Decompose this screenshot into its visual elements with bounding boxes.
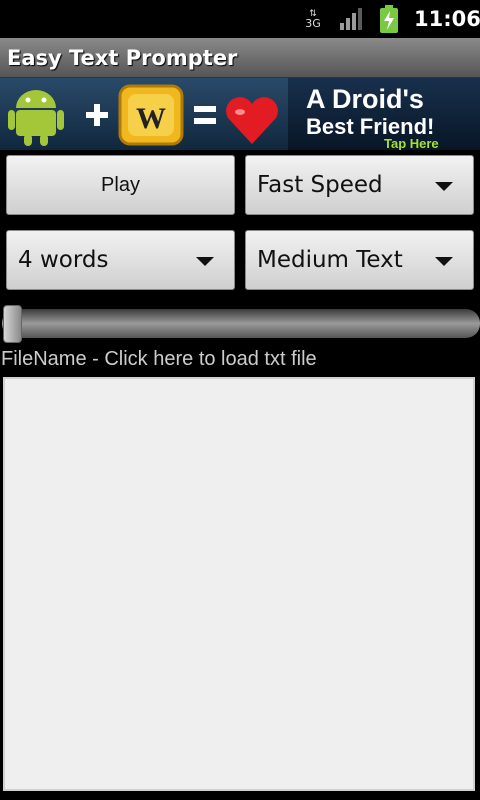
dropdown-arrow-icon bbox=[435, 257, 453, 266]
status-bar: ⇅ 3G 11:06 bbox=[0, 0, 480, 38]
equals-icon bbox=[194, 106, 216, 124]
ad-cta[interactable]: Tap Here bbox=[384, 136, 439, 150]
play-button[interactable]: Play bbox=[6, 155, 235, 215]
word-count-spinner[interactable]: 4 words bbox=[6, 230, 235, 290]
progress-seekbar[interactable] bbox=[2, 309, 480, 338]
ad-headline: A Droid's bbox=[306, 84, 424, 114]
speed-spinner-value: Fast Speed bbox=[257, 172, 383, 198]
signal-bars-icon bbox=[340, 0, 364, 38]
android-robot-icon bbox=[8, 90, 64, 146]
heart-icon bbox=[226, 97, 278, 144]
speed-spinner[interactable]: Fast Speed bbox=[245, 155, 474, 215]
network-type-label: 3G bbox=[305, 17, 321, 30]
play-button-label: Play bbox=[101, 173, 140, 196]
ad-banner[interactable]: W A Droid's Best Friend! Tap Here bbox=[0, 78, 480, 150]
word-count-spinner-value: 4 words bbox=[18, 247, 109, 273]
prompter-text-area[interactable] bbox=[3, 377, 475, 791]
seekbar-thumb[interactable] bbox=[3, 305, 22, 343]
dropdown-arrow-icon bbox=[435, 182, 453, 191]
text-size-spinner-value: Medium Text bbox=[257, 247, 403, 273]
text-size-spinner[interactable]: Medium Text bbox=[245, 230, 474, 290]
network-type-indicator: ⇅ 3G bbox=[303, 0, 323, 38]
battery-charging-icon bbox=[380, 0, 400, 38]
words-tile-icon: W bbox=[118, 84, 184, 146]
app-title-bar: Easy Text Prompter bbox=[0, 38, 480, 78]
ad-graphic: W bbox=[0, 78, 288, 150]
dropdown-arrow-icon bbox=[196, 257, 214, 266]
app-title: Easy Text Prompter bbox=[7, 45, 238, 70]
status-clock: 11:06 bbox=[414, 7, 480, 31]
load-file-link[interactable]: FileName - Click here to load txt file bbox=[1, 348, 317, 371]
plus-icon bbox=[86, 104, 108, 126]
svg-text:W: W bbox=[136, 102, 166, 135]
